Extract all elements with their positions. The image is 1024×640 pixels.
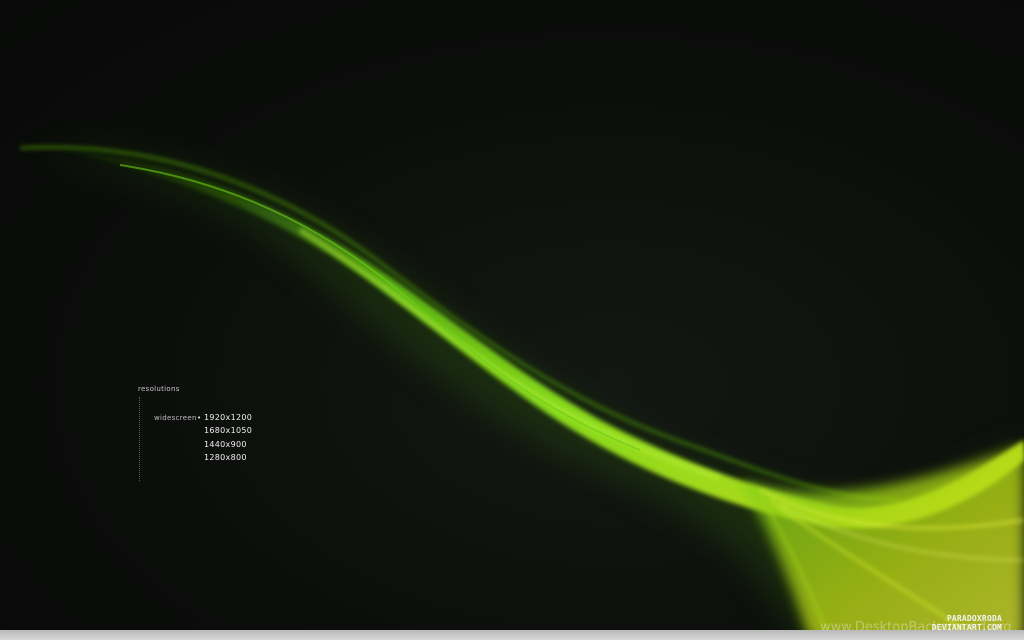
resolution-link-1280x800[interactable]: 1280x800 (204, 453, 247, 462)
resolution-link-1920x1200[interactable]: 1920x1200 (204, 413, 252, 422)
green-wave-graphic (19, 145, 1024, 640)
resolutions-title: resolutions (138, 385, 180, 393)
resolution-link-1680x1050[interactable]: 1680x1050 (204, 426, 252, 435)
bottom-strip (0, 630, 1024, 640)
desktop-wallpaper: resolutions widescreen • 1920x1200 1680x… (0, 0, 1024, 640)
dotted-divider (139, 397, 141, 481)
resolution-link-1440x900[interactable]: 1440x900 (204, 440, 247, 449)
widescreen-label: widescreen (154, 414, 197, 422)
credit-line-1: PARADOXRODA (946, 614, 1002, 623)
bullet-icon: • (197, 414, 202, 422)
resolutions-panel: resolutions widescreen • 1920x1200 1680x… (136, 383, 296, 483)
